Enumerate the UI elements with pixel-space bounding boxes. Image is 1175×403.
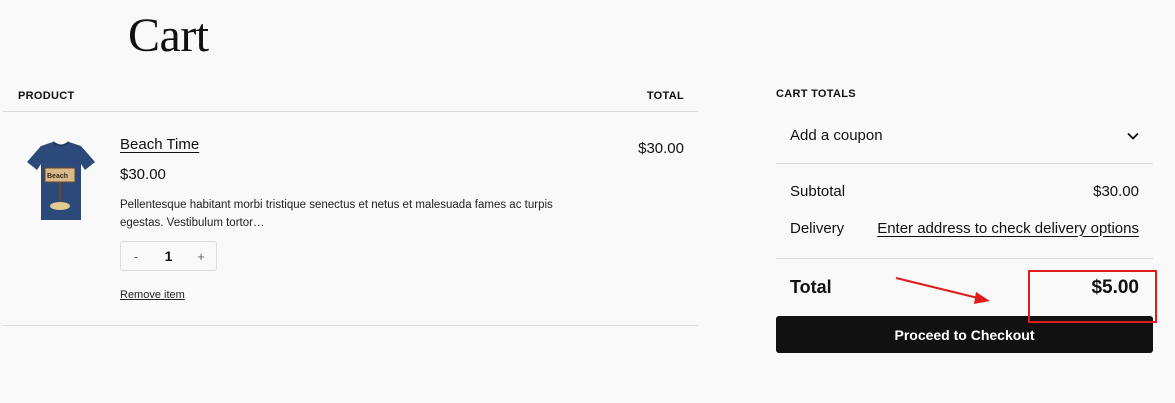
quantity-decrease-button[interactable]: - <box>121 249 151 264</box>
subtotal-value: $30.00 <box>1093 182 1139 200</box>
product-price: $30.00 <box>120 166 166 183</box>
remove-item-link[interactable]: Remove item <box>120 289 185 301</box>
quantity-increase-button[interactable]: + <box>186 249 216 264</box>
subtotal-row: Subtotal $30.00 <box>776 164 1153 218</box>
product-column-header: PRODUCT <box>18 89 75 102</box>
annotation-highlight-box <box>1028 270 1157 323</box>
thumbnail-sign-text: Beach <box>47 173 68 180</box>
items-table-header: PRODUCT TOTAL <box>3 80 698 112</box>
line-total: $30.00 <box>638 140 684 157</box>
page-title: Cart <box>128 9 209 62</box>
total-column-header: TOTAL <box>646 89 684 102</box>
cart-items-table: PRODUCT TOTAL Beach Beach Time $30.00 Pe… <box>3 80 698 326</box>
product-description: Pellentesque habitant morbi tristique se… <box>120 199 553 229</box>
subtotal-label: Subtotal <box>790 182 846 200</box>
quantity-input[interactable]: 1 <box>154 248 184 264</box>
delivery-options-link[interactable]: Enter address to check delivery options <box>877 220 1139 237</box>
quantity-stepper: - 1 + <box>120 241 217 271</box>
add-coupon-toggle[interactable]: Add a coupon <box>776 108 1153 164</box>
coupon-label: Add a coupon <box>790 127 883 144</box>
cart-totals-header: CART TOTALS <box>776 88 856 100</box>
annotation-arrow-icon <box>895 277 990 304</box>
cart-item-row: Beach Beach Time $30.00 Pellentesque hab… <box>3 112 698 326</box>
delivery-label: Delivery <box>790 219 845 237</box>
delivery-row: Delivery Enter address to check delivery… <box>776 218 1153 238</box>
product-thumbnail[interactable]: Beach <box>25 140 97 222</box>
product-name-link[interactable]: Beach Time <box>120 136 199 153</box>
chevron-down-icon <box>1127 132 1139 140</box>
total-label: Total <box>790 277 832 297</box>
